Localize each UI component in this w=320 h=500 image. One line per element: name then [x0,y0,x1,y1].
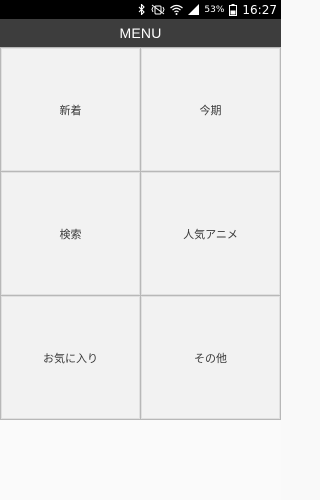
empty-area [0,420,281,500]
bluetooth-icon [138,4,146,15]
menu-tile-popular-anime[interactable]: 人気アニメ [141,172,280,295]
menu-tile-label: 人気アニメ [183,227,238,241]
menu-tile-other[interactable]: その他 [141,296,280,419]
menu-tile-label: 新着 [59,103,82,117]
menu-tile-new[interactable]: 新着 [1,48,140,171]
signal-icon [188,4,200,15]
status-bar: 53% 16:27 [0,0,281,19]
menu-tile-label: 検索 [59,227,82,241]
battery-percent: 53% [204,4,225,15]
menu-grid: 新着 今期 検索 人気アニメ お気に入り その他 [0,47,281,420]
app-bar: MENU [0,19,281,47]
menu-tile-label: お気に入り [43,351,98,365]
menu-tile-label: その他 [194,351,227,365]
clock-time: 16:27 [242,2,277,17]
page-title: MENU [119,25,162,41]
menu-tile-favorites[interactable]: お気に入り [1,296,140,419]
menu-tile-search[interactable]: 検索 [1,172,140,295]
menu-tile-this-season[interactable]: 今期 [141,48,280,171]
wifi-icon [170,4,184,15]
menu-tile-label: 今期 [199,103,222,117]
battery-icon [229,3,238,16]
vibrate-mute-icon [151,4,165,15]
